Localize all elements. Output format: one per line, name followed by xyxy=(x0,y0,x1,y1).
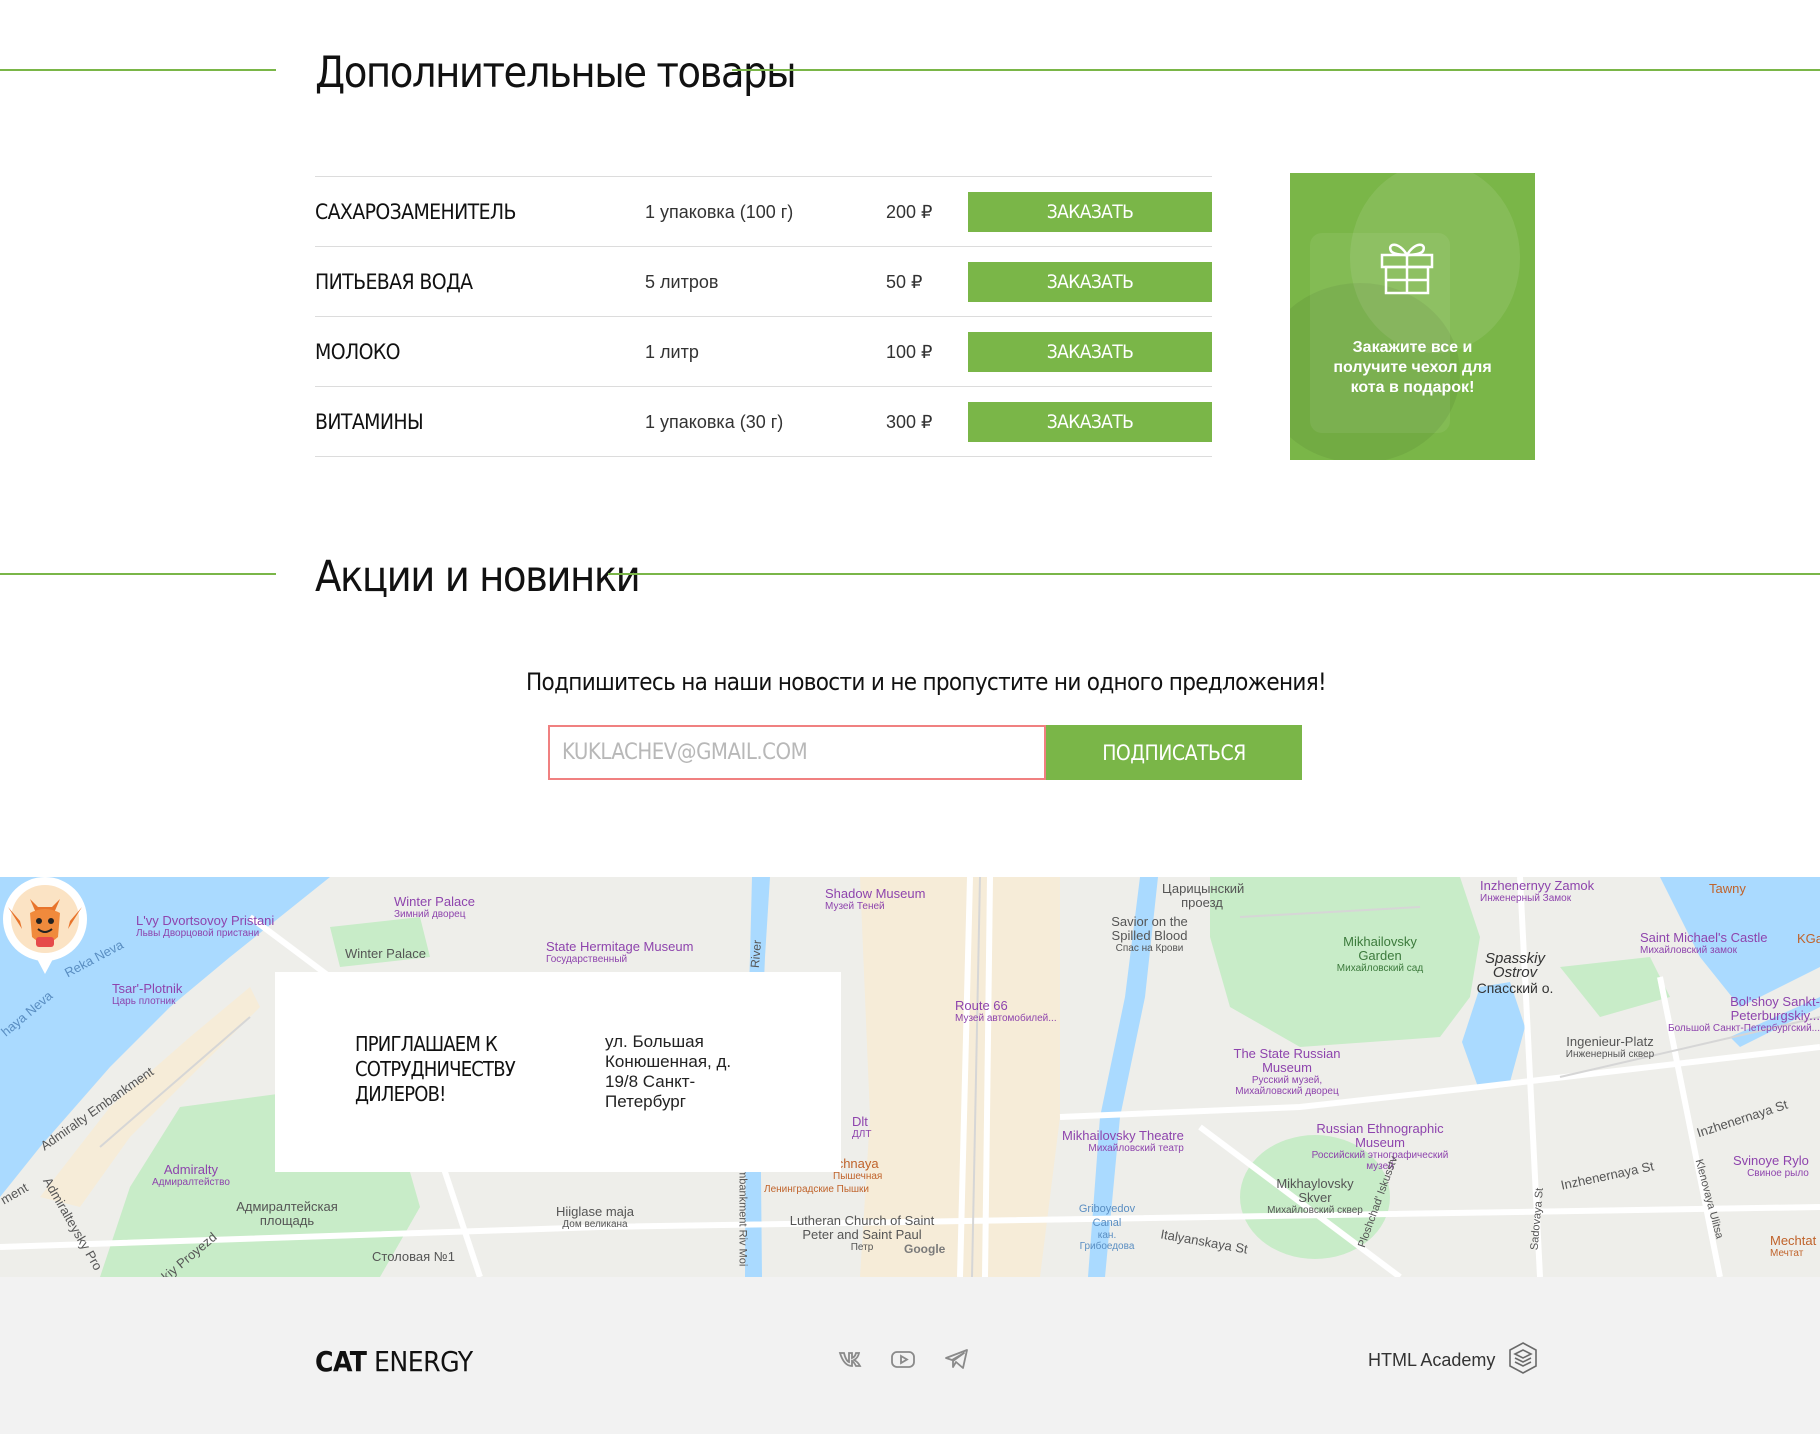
map-label-winter-palace-area: Winter Palace xyxy=(345,946,426,961)
map-label-inzhenernyy-zamok: Inzhenernyy Zamok Инженерный Замок xyxy=(1480,878,1595,905)
subscribe-title: Подпишитесь на наши новости и не пропуст… xyxy=(526,668,1327,696)
map[interactable]: Winter Palace Зимний дворец Winter Palace… xyxy=(0,877,1820,1277)
map-label-saint-michael: Saint Michael's Castle Михайловский замок xyxy=(1640,930,1768,957)
map-label-ethnographic-museum: Russian Ethnographic Museum Российский эт… xyxy=(1311,1121,1449,1173)
map-label-savior: Savior on the Spilled Blood Спас на Крови xyxy=(1111,914,1188,955)
email-input[interactable] xyxy=(548,725,1046,780)
table-row: Питьевая вода 5 литров 50 ₽ Заказать xyxy=(315,247,1212,317)
order-button[interactable]: Заказать xyxy=(968,332,1212,372)
heading-rule-left xyxy=(0,69,276,71)
map-label-dlt: Dlt ДЛТ xyxy=(852,1114,872,1141)
vk-icon[interactable] xyxy=(838,1347,864,1371)
map-label-route-66: Route 66 Музей автомобилей... xyxy=(955,998,1057,1025)
youtube-icon[interactable] xyxy=(890,1347,916,1371)
product-quantity: 1 упаковка (100 г) xyxy=(645,202,794,222)
map-label-tsar-plotnik: Tsar'-Plotnik Царь плотник xyxy=(112,981,183,1008)
heading-rule-right xyxy=(732,69,1820,71)
order-button[interactable]: Заказать xyxy=(968,262,1212,302)
promo-card: Закажите все и получите чехол для кота в… xyxy=(1290,173,1535,460)
map-label-mikhaylovsky-skver: Mikhaylovsky Skver Михайловский сквер xyxy=(1267,1176,1363,1217)
map-label-admiralty: Admiralty Адмиралтейство xyxy=(152,1162,230,1189)
product-price: 300 ₽ xyxy=(886,412,933,432)
map-label-mikhailovsky-garden: Mikhailovsky Garden Михайловский сад xyxy=(1336,934,1424,975)
map-label-winter-palace: Winter Palace Зимний дворец xyxy=(394,894,475,921)
product-price: 200 ₽ xyxy=(886,202,933,222)
map-label-bolshoy: Bol'shoy Sankt-Peterburgskiy... Большой С… xyxy=(1668,994,1820,1035)
map-label-embankment: Embankment Riv Moi xyxy=(736,1161,749,1267)
subscribe-button[interactable]: Подписаться xyxy=(1046,725,1302,780)
table-row: Сахарозаменитель 1 упаковка (100 г) 200 … xyxy=(315,177,1212,247)
telegram-icon[interactable] xyxy=(944,1347,970,1371)
map-label-spasskiy: Spasskiy Ostrov Спасский о. xyxy=(1476,950,1554,996)
map-label-stolovaya: Столовая №1 xyxy=(372,1249,455,1264)
map-label-leningradskie: Ленинградские Пышки xyxy=(764,1184,870,1195)
gift-icon xyxy=(1380,243,1434,295)
map-label-svinoye-rylo: Svinoye Rylo Свиное рыло xyxy=(1733,1153,1809,1180)
product-quantity: 5 литров xyxy=(645,272,719,292)
logo-rest: ENERGY xyxy=(366,1345,473,1378)
footer-logo[interactable]: CAT ENERGY xyxy=(315,1345,473,1378)
product-name: Витамины xyxy=(315,410,424,434)
product-price: 100 ₽ xyxy=(886,342,933,362)
product-name: Питьевая вода xyxy=(315,270,473,294)
table-row: Витамины 1 упаковка (30 г) 300 ₽ Заказат… xyxy=(315,387,1212,457)
promo-text: Закажите все и получите чехол для кота в… xyxy=(1333,339,1492,396)
map-label-google: Google xyxy=(904,1242,946,1256)
table-row: Молоко 1 литр 100 ₽ Заказать xyxy=(315,317,1212,387)
map-label-hermitage: State Hermitage Museum Государственный xyxy=(546,939,694,966)
extra-products-heading: Дополнительные товары xyxy=(0,40,1820,120)
product-price: 50 ₽ xyxy=(886,272,923,292)
heading-rule-right xyxy=(608,573,1820,575)
map-label-hiiglase-maja: Hiiglase maja Дом великана xyxy=(556,1204,635,1231)
map-label-tsaritsynsky: Царицынский проезд xyxy=(1162,881,1245,910)
product-name: Сахарозаменитель xyxy=(315,200,517,224)
logo-bold: CAT xyxy=(315,1345,367,1378)
promo-news-title: Акции и новинки xyxy=(315,552,641,602)
html-academy-link[interactable]: HTML Academy xyxy=(1368,1350,1495,1371)
map-label-kga: KGa xyxy=(1797,931,1820,946)
map-label-ingenieur-platz: Ingenieur-Platz Инженерный сквер xyxy=(1565,1034,1655,1061)
map-label-lvy: L'vy Dvortsovoy Pristani Львы Дворцовой п… xyxy=(136,913,275,940)
extra-products-table: Сахарозаменитель 1 упаковка (100 г) 200 … xyxy=(315,176,1212,457)
dealer-address: ул. Большая Конюшенная, д. 19/8 Санкт-Пе… xyxy=(605,1032,732,1111)
order-button[interactable]: Заказать xyxy=(968,192,1212,232)
dealer-title: Приглашаем к сотрудничеству дилеров! xyxy=(355,1032,516,1106)
dealer-card: Приглашаем к сотрудничеству дилеров! ул.… xyxy=(275,972,841,1172)
map-label-mechtat: Mechtat Мечтат xyxy=(1770,1233,1817,1260)
product-name: Молоко xyxy=(315,340,401,364)
html-academy-icon[interactable] xyxy=(1508,1341,1538,1375)
promo-news-heading: Акции и новинки xyxy=(0,543,1820,623)
product-quantity: 1 литр xyxy=(645,342,699,362)
map-label-mikhailovsky-theatre: Mikhailovsky Theatre Михайловский театр xyxy=(1062,1128,1184,1155)
product-quantity: 1 упаковка (30 г) xyxy=(645,412,784,432)
heading-rule-left xyxy=(0,573,276,575)
map-label-admiralty-square: Адмиралтейская площадь xyxy=(236,1199,338,1228)
map-label-griboyedov-canal: Griboyedov Canal кан. Грибоедова xyxy=(1078,1203,1136,1252)
order-button[interactable]: Заказать xyxy=(968,402,1212,442)
map-label-tawny: Tawny xyxy=(1709,881,1746,896)
map-label-shadow-museum: Shadow Museum Музей Теней xyxy=(825,886,926,913)
map-label-russian-museum: The State Russian Museum Русский музей, М… xyxy=(1233,1046,1341,1098)
map-marker-icon[interactable] xyxy=(0,877,90,977)
map-label-river: River xyxy=(747,939,765,969)
footer: CAT ENERGY HTML Academy xyxy=(0,1277,1820,1434)
extra-products-title: Дополнительные товары xyxy=(315,48,797,98)
